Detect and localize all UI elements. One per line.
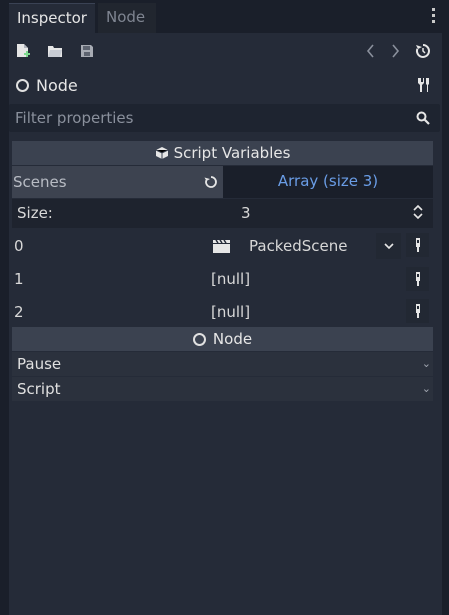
revert-icon[interactable] (204, 175, 218, 193)
group-label: Script (17, 380, 61, 398)
section-label: Script Variables (173, 144, 291, 162)
property-label-scenes: Scenes (12, 166, 223, 198)
node-circle-icon (16, 78, 29, 92)
group-label: Pause (17, 355, 62, 373)
null-value[interactable]: [null] (211, 270, 250, 288)
inspected-object-label: Node (36, 75, 78, 95)
element-options-icon[interactable] (406, 233, 429, 257)
array-index-label: 2 (14, 303, 24, 321)
packed-scene-icon (213, 240, 230, 253)
array-size-spinbox[interactable]: 3 (241, 204, 251, 222)
cube-icon (155, 147, 168, 159)
array-size-row (12, 199, 433, 228)
array-size-label: Size: (17, 204, 53, 222)
filter-properties-field (9, 104, 440, 132)
chevron-down-icon: ⌄ (421, 357, 431, 370)
element-options-icon[interactable] (406, 267, 429, 291)
resource-picker-value[interactable]: PackedScene (249, 237, 347, 255)
array-index-label: 0 (14, 237, 24, 255)
group-pause[interactable]: Pause ⌄ (12, 352, 433, 376)
new-resource-icon[interactable] (12, 40, 34, 62)
element-options-icon[interactable] (406, 299, 429, 323)
section-label: Node (212, 330, 253, 348)
array-index-label: 1 (14, 270, 24, 288)
object-history-icon[interactable] (412, 40, 434, 62)
inspected-object-header: Node (16, 73, 78, 97)
group-script[interactable]: Script ⌄ (12, 377, 433, 401)
null-value[interactable]: [null] (211, 303, 250, 321)
resource-dropdown-button[interactable] (376, 233, 401, 259)
open-resource-icon[interactable] (44, 40, 66, 62)
tools-icon[interactable] (412, 74, 434, 96)
search-icon (412, 107, 434, 129)
save-resource-icon[interactable] (76, 40, 98, 62)
filter-properties-input[interactable] (9, 104, 411, 132)
history-forward-icon[interactable] (384, 40, 406, 62)
section-node[interactable]: Node (12, 327, 433, 351)
spinbox-arrows-icon[interactable] (412, 204, 424, 224)
array-editor-button[interactable]: Array (size 3) (223, 166, 433, 198)
section-script-variables[interactable]: Script Variables (12, 141, 433, 165)
tab-node[interactable]: Node (98, 3, 156, 33)
chevron-down-icon: ⌄ (421, 382, 431, 395)
dock-menu-icon[interactable] (427, 8, 439, 28)
tab-inspector[interactable]: Inspector (9, 3, 95, 33)
history-back-icon[interactable] (360, 40, 382, 62)
property-scenes: Scenes Array (size 3) (12, 166, 433, 198)
node-circle-icon (192, 332, 206, 346)
